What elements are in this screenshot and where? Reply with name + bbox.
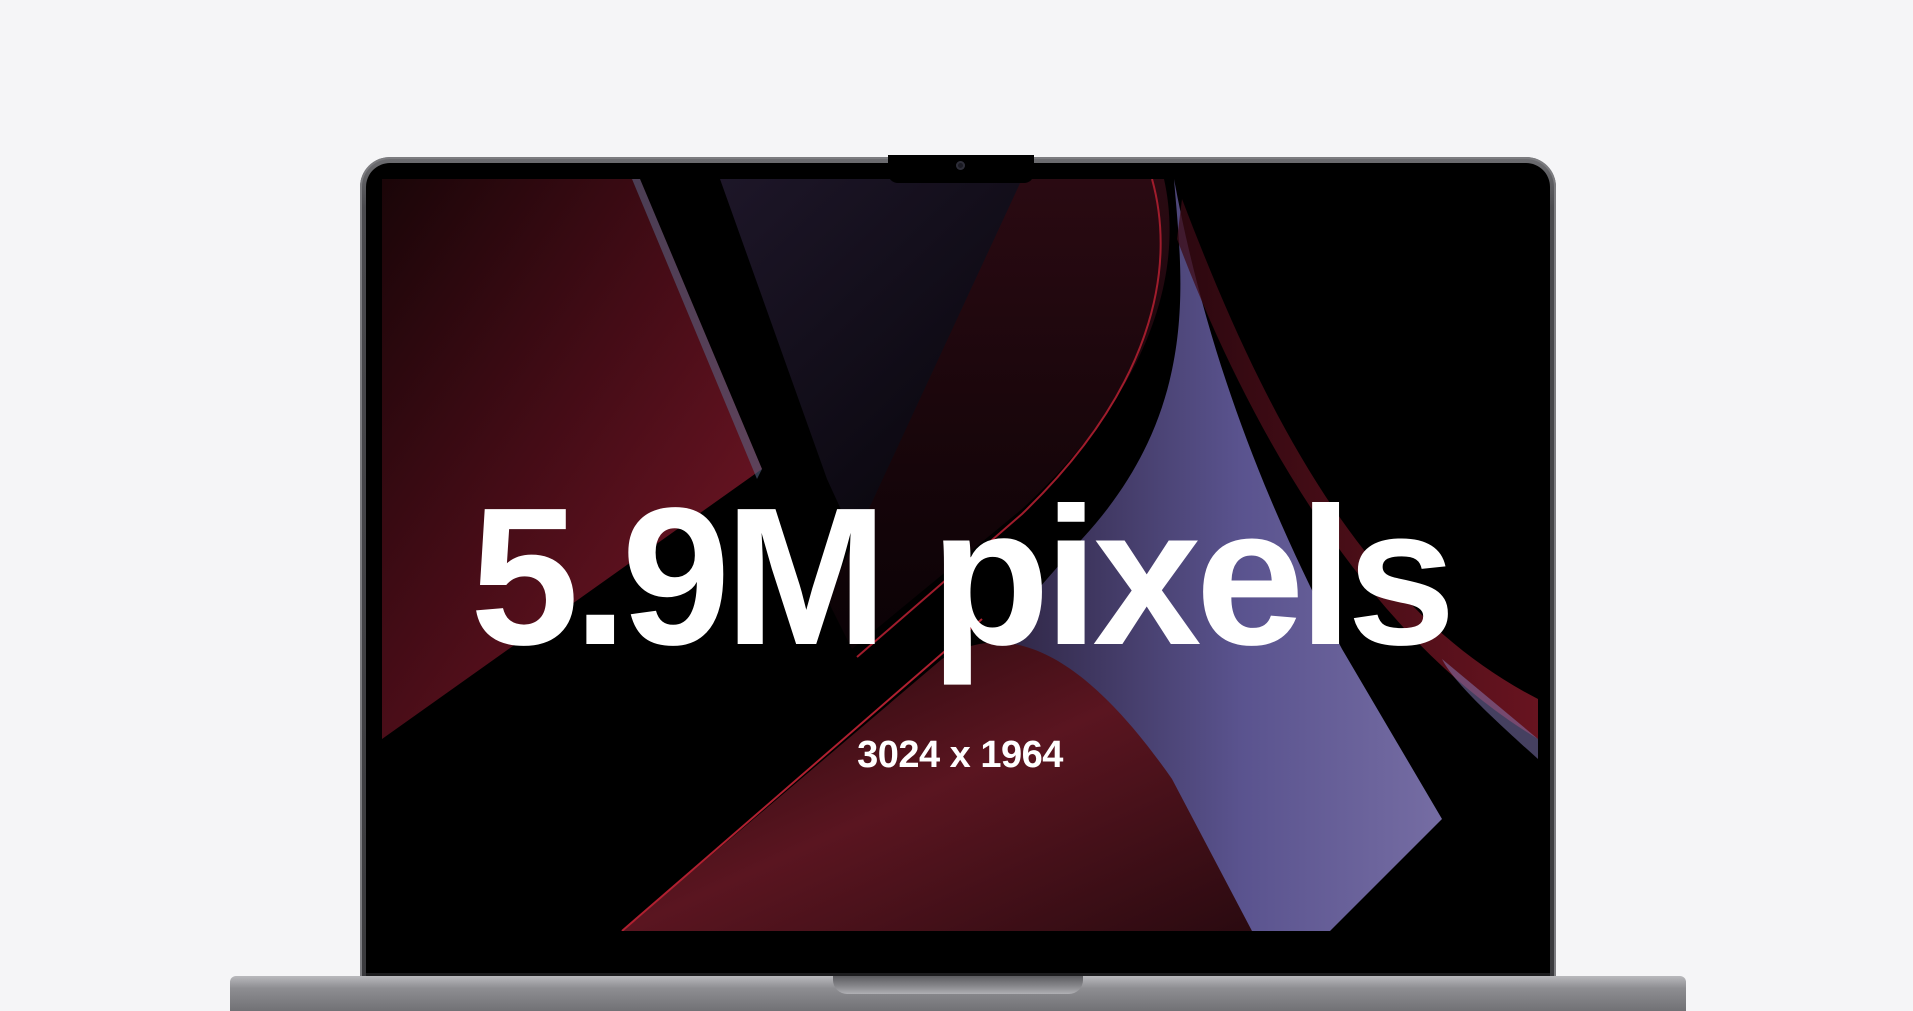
lid-opening-notch [833,976,1083,994]
camera-icon [956,161,965,170]
display-screen: 5.9M pixels 3024 x 1964 [382,179,1538,931]
pixel-count-headline: 5.9M pixels [470,467,1456,686]
macbook-lid: 5.9M pixels 3024 x 1964 [360,155,1556,999]
resolution-label: 3024 x 1964 [857,734,1063,776]
macbook-base [230,976,1686,1011]
camera-notch [888,155,1034,183]
